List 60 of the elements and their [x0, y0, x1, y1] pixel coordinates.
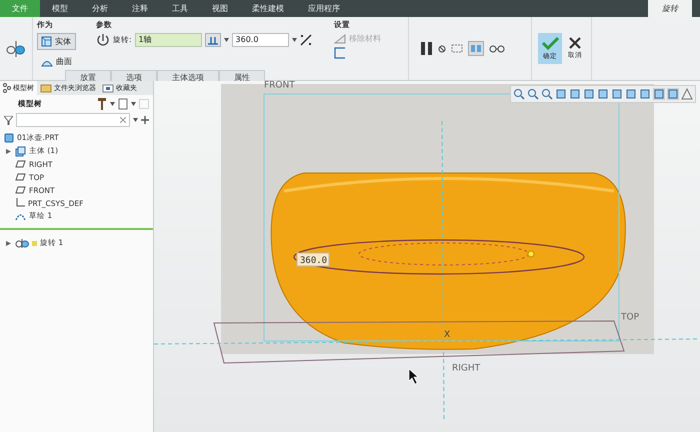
no-preview-icon[interactable] [438, 44, 446, 52]
zoom-out-icon[interactable] [541, 88, 553, 100]
ribbon-tab[interactable]: 工具 [160, 0, 200, 17]
plane-label: RIGHT [452, 364, 480, 374]
rotate-icon [96, 33, 110, 47]
caret-icon[interactable] [133, 118, 138, 122]
glasses-icon[interactable] [489, 44, 505, 53]
expand-arrow-icon[interactable] [6, 240, 12, 246]
ribbon-tab[interactable]: 旋转 [648, 0, 692, 17]
solid-icon [41, 36, 52, 47]
search-field[interactable] [16, 113, 130, 127]
remove-material-icon [334, 34, 346, 44]
ribbon-tab[interactable]: 分析 [80, 0, 120, 17]
triangle-icon[interactable] [681, 88, 693, 100]
ribbon-tab[interactable]: 视图 [200, 0, 240, 17]
caret-icon[interactable] [224, 38, 229, 42]
datum-plane-icon [15, 160, 26, 168]
close-icon [569, 37, 581, 49]
preview-icon[interactable] [451, 43, 463, 54]
angle-option-button[interactable] [204, 33, 221, 47]
revolve-icon [15, 238, 29, 248]
expand-arrow-icon[interactable] [6, 148, 12, 154]
clear-icon[interactable] [120, 117, 126, 123]
body-icon [15, 146, 26, 156]
pause-icon[interactable] [421, 42, 433, 55]
datum-plane-icon [15, 186, 26, 194]
tree-icon [3, 83, 11, 93]
insert-marker[interactable] [0, 228, 153, 230]
axis-field[interactable]: 1轴 [134, 33, 202, 47]
mouse-cursor-icon [408, 368, 419, 384]
coordinate-system-icon [15, 198, 25, 208]
solid-toggle[interactable]: 实体 [37, 33, 76, 50]
axis-label: X [444, 330, 450, 340]
status-icon [32, 240, 37, 246]
checkmark-icon [541, 36, 559, 50]
caret-icon[interactable] [110, 102, 115, 106]
zoom-fit-icon[interactable] [513, 88, 525, 100]
datum-plane-icon [15, 173, 26, 181]
filter-icon[interactable] [4, 116, 13, 124]
angle-field[interactable]: 360.0 [232, 33, 289, 47]
caret-icon[interactable] [292, 38, 297, 42]
sketch-icon [15, 212, 26, 220]
flip-direction-icon[interactable] [300, 34, 312, 46]
caret-icon[interactable] [131, 102, 136, 106]
part-icon [4, 133, 14, 143]
ribbon-tab[interactable]: 应用程序 [296, 0, 352, 17]
folder-icon [40, 83, 52, 93]
revolve-icon [5, 40, 27, 56]
zoom-in-icon[interactable] [527, 88, 539, 100]
plane-label: FRONT [264, 81, 295, 91]
ribbon-tab[interactable]: 模型 [40, 0, 80, 17]
tools-icon[interactable] [97, 98, 107, 110]
plane-label: TOP [621, 312, 640, 323]
document-icon[interactable] [118, 98, 128, 110]
ribbon-tab[interactable]: 柔性建模 [240, 0, 296, 17]
favorites-icon [102, 83, 114, 93]
dimension-label[interactable]: 360.0 [296, 252, 330, 266]
plus-icon[interactable] [141, 116, 149, 124]
ribbon-tab[interactable]: 注释 [120, 0, 160, 17]
surface-toggle[interactable]: 曲面 [37, 53, 76, 70]
